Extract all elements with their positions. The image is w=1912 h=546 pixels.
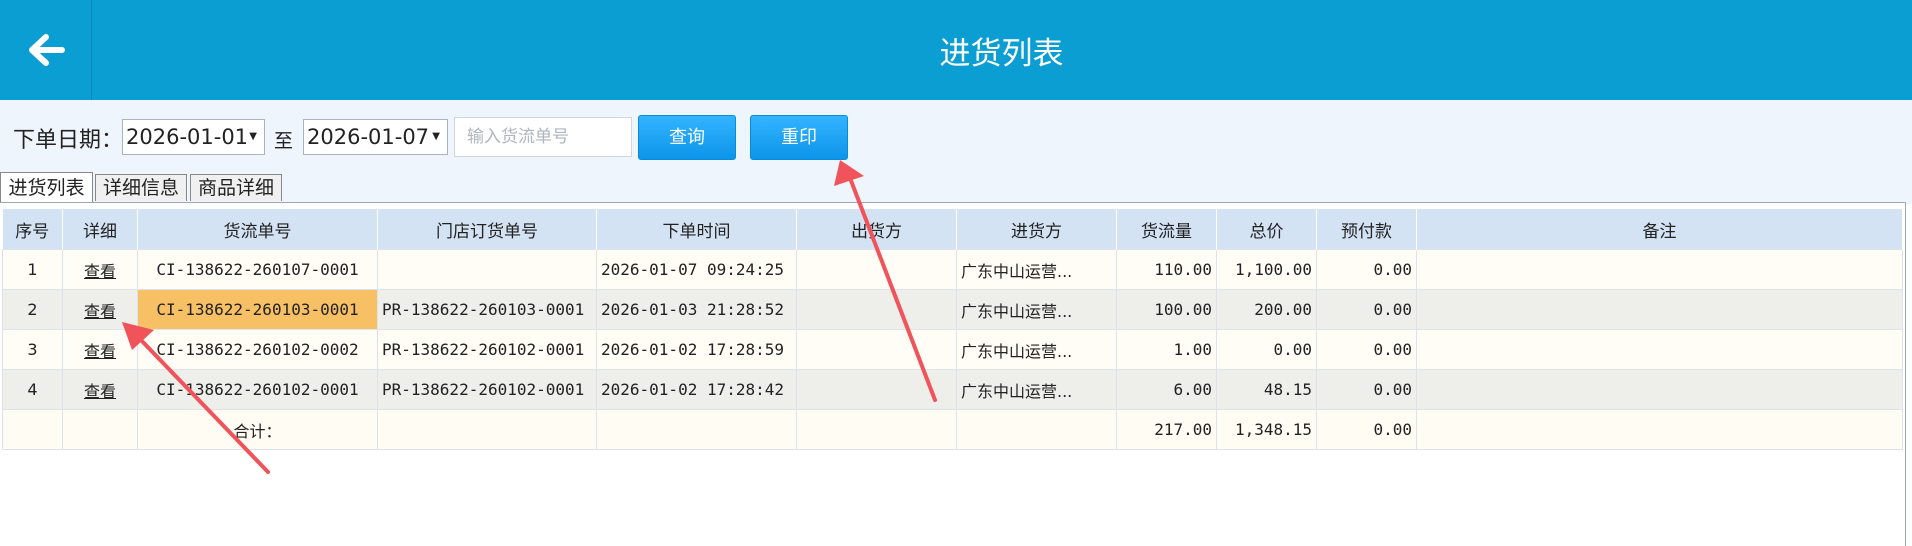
- column-header[interactable]: 备注: [1416, 209, 1903, 250]
- flow-number-cell[interactable]: CI-138622-260103-0001: [137, 289, 378, 330]
- order-number-input[interactable]: [454, 117, 632, 157]
- prepayment-cell[interactable]: 0.00: [1316, 249, 1417, 290]
- column-header[interactable]: 详细: [62, 209, 138, 250]
- back-button[interactable]: [0, 0, 92, 100]
- order-time-cell[interactable]: 2026-01-07 09:24:25: [596, 249, 797, 290]
- shipper-cell[interactable]: [796, 329, 957, 370]
- shipper-cell[interactable]: [796, 369, 957, 410]
- table-row[interactable]: 2 查看 CI-138622-260103-0001 PR-138622-260…: [2, 289, 1903, 330]
- quantity-cell[interactable]: 6.00: [1116, 369, 1217, 410]
- remark-cell[interactable]: [1416, 289, 1903, 330]
- view-detail-link[interactable]: 查看: [84, 382, 116, 401]
- receiver-cell[interactable]: 广东中山运营...: [956, 289, 1117, 330]
- view-detail-link[interactable]: 查看: [84, 262, 116, 281]
- table-row[interactable]: 4 查看 CI-138622-260102-0001 PR-138622-260…: [2, 369, 1903, 410]
- remark-cell[interactable]: [1416, 249, 1903, 290]
- column-header[interactable]: 货流量: [1116, 209, 1217, 250]
- purchase-grid: 序号 详细 货流单号 门店订货单号 下单时间 出货方 进货方 货流量 总价 预付…: [0, 202, 1906, 546]
- prepayment-cell[interactable]: 0.00: [1316, 289, 1417, 330]
- view-detail-link[interactable]: 查看: [84, 302, 116, 321]
- store-order-number-cell[interactable]: PR-138622-260102-0001: [377, 369, 597, 410]
- flow-number-cell[interactable]: CI-138622-260107-0001: [137, 249, 378, 290]
- total-price-cell[interactable]: 200.00: [1216, 289, 1317, 330]
- column-header[interactable]: 进货方: [956, 209, 1117, 250]
- row-number: 1: [2, 249, 63, 290]
- page-title: 进货列表: [939, 36, 1064, 72]
- tab-purchase-list[interactable]: 进货列表: [0, 172, 93, 202]
- chevron-down-icon: ▼: [432, 131, 440, 142]
- chevron-down-icon: ▼: [249, 131, 257, 142]
- date-range-separator: 至: [274, 130, 294, 152]
- receiver-cell[interactable]: 广东中山运营...: [956, 369, 1117, 410]
- column-header[interactable]: 出货方: [796, 209, 957, 250]
- summary-quantity: 217.00: [1116, 409, 1217, 450]
- order-date-label: 下单日期：: [13, 128, 124, 153]
- order-time-cell[interactable]: 2026-01-02 17:28:42: [596, 369, 797, 410]
- purchase-table: 序号 详细 货流单号 门店订货单号 下单时间 出货方 进货方 货流量 总价 预付…: [2, 209, 1903, 450]
- column-header[interactable]: 门店订货单号: [377, 209, 597, 250]
- store-order-number-cell[interactable]: [377, 249, 597, 290]
- row-number: 2: [2, 289, 63, 330]
- date-to-select[interactable]: 2026-01-07 ▼: [303, 119, 448, 155]
- receiver-cell[interactable]: 广东中山运营...: [956, 249, 1117, 290]
- total-price-cell[interactable]: 0.00: [1216, 329, 1317, 370]
- table-row[interactable]: 3 查看 CI-138622-260102-0002 PR-138622-260…: [2, 329, 1903, 370]
- remark-cell[interactable]: [1416, 329, 1903, 370]
- table-header-row: 序号 详细 货流单号 门店订货单号 下单时间 出货方 进货方 货流量 总价 预付…: [2, 209, 1903, 250]
- store-order-number-cell[interactable]: PR-138622-260102-0001: [377, 329, 597, 370]
- view-detail-link[interactable]: 查看: [84, 342, 116, 361]
- summary-label: 合计：: [137, 409, 378, 450]
- flow-number-cell[interactable]: CI-138622-260102-0001: [137, 369, 378, 410]
- shipper-cell[interactable]: [796, 289, 957, 330]
- date-from-select[interactable]: 2026-01-01 ▼: [122, 119, 265, 155]
- column-header[interactable]: 序号: [2, 209, 63, 250]
- prepayment-cell[interactable]: 0.00: [1316, 369, 1417, 410]
- order-time-cell[interactable]: 2026-01-03 21:28:52: [596, 289, 797, 330]
- arrow-left-icon: [28, 34, 65, 66]
- tab-detail-info[interactable]: 详细信息: [95, 174, 187, 201]
- receiver-cell[interactable]: 广东中山运营...: [956, 329, 1117, 370]
- row-number: 3: [2, 329, 63, 370]
- prepayment-cell[interactable]: 0.00: [1316, 329, 1417, 370]
- column-header[interactable]: 总价: [1216, 209, 1317, 250]
- date-from-value: 2026-01-01: [126, 125, 249, 149]
- column-header[interactable]: 下单时间: [596, 209, 797, 250]
- flow-number-cell[interactable]: CI-138622-260102-0002: [137, 329, 378, 370]
- column-header[interactable]: 预付款: [1316, 209, 1417, 250]
- total-price-cell[interactable]: 1,100.00: [1216, 249, 1317, 290]
- row-number: 4: [2, 369, 63, 410]
- reprint-button[interactable]: 重印: [750, 115, 848, 160]
- query-button[interactable]: 查询: [638, 115, 736, 160]
- summary-row: 合计： 217.00 1,348.15 0.00: [2, 409, 1903, 450]
- summary-prepayment: 0.00: [1316, 409, 1417, 450]
- quantity-cell[interactable]: 110.00: [1116, 249, 1217, 290]
- table-row[interactable]: 1 查看 CI-138622-260107-0001 2026-01-07 09…: [2, 249, 1903, 290]
- date-to-value: 2026-01-07: [307, 125, 430, 149]
- store-order-number-cell[interactable]: PR-138622-260103-0001: [377, 289, 597, 330]
- quantity-cell[interactable]: 1.00: [1116, 329, 1217, 370]
- app-header: 进货列表: [0, 0, 1912, 100]
- tab-product-detail[interactable]: 商品详细: [190, 174, 282, 201]
- summary-total: 1,348.15: [1216, 409, 1317, 450]
- column-header[interactable]: 货流单号: [137, 209, 378, 250]
- total-price-cell[interactable]: 48.15: [1216, 369, 1317, 410]
- quantity-cell[interactable]: 100.00: [1116, 289, 1217, 330]
- order-time-cell[interactable]: 2026-01-02 17:28:59: [596, 329, 797, 370]
- shipper-cell[interactable]: [796, 249, 957, 290]
- remark-cell[interactable]: [1416, 369, 1903, 410]
